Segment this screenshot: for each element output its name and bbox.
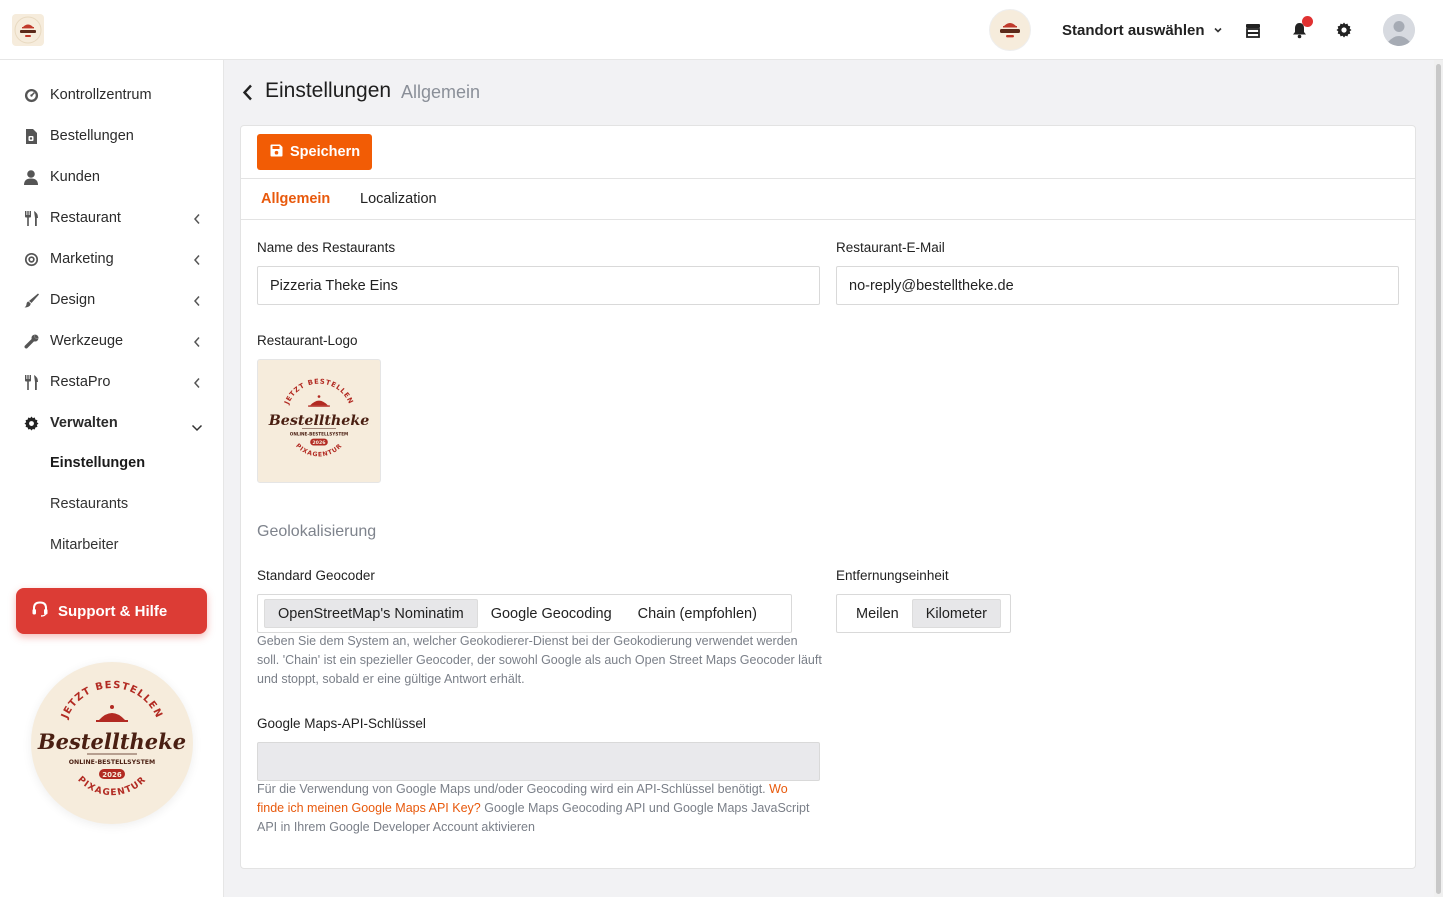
restaurant-name-input[interactable]: Pizzeria Theke Eins (257, 266, 820, 305)
restaurant-email-label: Restaurant-E-Mail (836, 240, 945, 255)
sidebar-item-werkzeuge[interactable]: Werkzeuge (0, 321, 223, 361)
geocoder-option-nominatim[interactable]: OpenStreetMap's Nominatim (264, 599, 478, 628)
notification-badge (1302, 16, 1313, 27)
utensils-icon (22, 373, 40, 391)
logo-brand-text: Bestelltheke (268, 413, 370, 429)
user-icon (22, 168, 40, 186)
bestelltheke-badge-logo: JETZT BESTELLEN Bestelltheke ONLINE-BEST… (31, 662, 193, 824)
brush-icon (22, 291, 40, 309)
geocoder-option-google[interactable]: Google Geocoding (478, 599, 625, 628)
sidebar-item-label: Kunden (50, 169, 100, 185)
support-button-label: Support & Hilfe (58, 602, 168, 620)
page-title: Einstellungen (265, 79, 392, 102)
chevron-left-icon (193, 253, 201, 269)
settings-card: Speichern Allgemein Localization Name de… (240, 125, 1416, 869)
geolocation-heading: Geolokalisierung (257, 523, 377, 540)
logo-year-text: 2026 (102, 771, 122, 779)
sidebar-subitem-einstellungen[interactable]: Einstellungen (50, 455, 145, 479)
api-key-input[interactable] (257, 742, 820, 781)
tab-allgemein[interactable]: Allgemein (261, 191, 330, 207)
distance-option-meilen[interactable]: Meilen (843, 599, 912, 628)
floppy-disk-icon (270, 144, 283, 161)
sidebar-item-verwalten[interactable]: Verwalten (0, 403, 223, 443)
logo-tagline-text: ONLINE-BESTELLSYSTEM (69, 759, 155, 766)
geocoder-option-chain[interactable]: Chain (empfohlen) (625, 599, 770, 628)
venue-logo[interactable] (989, 9, 1031, 51)
save-button[interactable]: Speichern (257, 134, 372, 170)
sidebar: Kontrollzentrum Bestellungen Kunden Rest… (0, 60, 224, 897)
sidebar-subitem-restaurants[interactable]: Restaurants (50, 496, 128, 520)
api-key-label: Google Maps-API-Schlüssel (257, 716, 426, 731)
divider (241, 178, 1415, 179)
location-select[interactable]: Standort auswählen (1062, 20, 1223, 40)
sidebar-item-label: Werkzeuge (50, 333, 124, 349)
divider (241, 219, 1415, 220)
page-subtitle: Allgemein (401, 82, 481, 102)
sidebar-item-marketing[interactable]: Marketing (0, 239, 223, 279)
wrench-icon (22, 332, 40, 350)
restaurant-email-input[interactable]: no-reply@bestelltheke.de (836, 266, 1399, 305)
headset-icon (31, 600, 49, 622)
chevron-down-icon (191, 419, 203, 435)
location-select-label: Standort auswählen (1062, 21, 1205, 39)
chevron-left-icon (193, 376, 201, 392)
api-help-text-before: Für die Verwendung von Google Maps und/o… (257, 782, 766, 796)
distance-option-kilometer[interactable]: Kilometer (911, 599, 1001, 628)
geocoder-selector: OpenStreetMap's Nominatim Google Geocodi… (257, 594, 792, 633)
sidebar-item-bestellungen[interactable]: Bestellungen (0, 116, 223, 156)
store-icon[interactable] (1243, 20, 1263, 40)
logo-brand-text: Bestelltheke (37, 729, 186, 754)
logo-year-text: 2026 (312, 440, 326, 446)
utensils-icon (22, 209, 40, 227)
chevron-left-icon (193, 335, 201, 351)
logo-tagline-text: ONLINE-BESTELLSYSTEM (290, 431, 348, 436)
scrollbar-thumb[interactable] (1436, 64, 1441, 894)
sidebar-item-label: Bestellungen (50, 128, 134, 144)
sidebar-item-label: Kontrollzentrum (50, 87, 152, 103)
sidebar-item-restapro[interactable]: RestaPro (0, 362, 223, 402)
sidebar-subitem-mitarbeiter[interactable]: Mitarbeiter (50, 537, 119, 561)
distance-unit-label: Entfernungseinheit (836, 568, 949, 583)
top-bar: Standort auswählen (0, 0, 1443, 60)
sidebar-item-label: Design (50, 292, 96, 308)
sidebar-item-label: Marketing (50, 251, 114, 267)
user-avatar-icon[interactable] (1383, 14, 1415, 46)
target-icon (22, 250, 40, 268)
sidebar-item-design[interactable]: Design (0, 280, 223, 320)
restaurant-logo-upload[interactable]: JETZT BESTELLEN Bestelltheke ONLINE-BEST… (257, 359, 381, 483)
sidebar-item-label: Verwalten (50, 415, 118, 431)
chevron-down-icon (1213, 22, 1223, 39)
orders-icon (22, 127, 40, 145)
geocoder-help-text: Geben Sie dem System an, welcher Geokodi… (257, 634, 822, 686)
api-key-help-text: Für die Verwendung von Google Maps und/o… (257, 780, 817, 837)
back-button[interactable] (238, 80, 256, 104)
support-button[interactable]: Support & Hilfe (16, 588, 207, 634)
save-button-label: Speichern (290, 144, 361, 160)
sidebar-item-label: Restaurant (50, 210, 121, 226)
gear-icon[interactable] (1334, 20, 1354, 40)
gear-icon (22, 414, 40, 432)
chevron-left-icon (193, 212, 201, 228)
sidebar-item-label: RestaPro (50, 374, 111, 390)
bestelltheke-logo[interactable] (12, 14, 44, 46)
geocoder-label: Standard Geocoder (257, 568, 375, 583)
tab-localization[interactable]: Localization (360, 191, 437, 207)
sidebar-item-restaurant[interactable]: Restaurant (0, 198, 223, 238)
bell-icon[interactable] (1289, 16, 1313, 40)
distance-unit-selector: Meilen Kilometer (836, 594, 1011, 633)
restaurant-name-label: Name des Restaurants (257, 240, 396, 255)
sidebar-item-kunden[interactable]: Kunden (0, 157, 223, 197)
restaurant-logo-label: Restaurant-Logo (257, 333, 358, 348)
dashboard-icon (22, 86, 40, 104)
chevron-left-icon (193, 294, 201, 310)
bestelltheke-logo: JETZT BESTELLEN Bestelltheke ONLINE-BEST… (268, 378, 370, 459)
sidebar-item-kontrollzentrum[interactable]: Kontrollzentrum (0, 75, 223, 115)
